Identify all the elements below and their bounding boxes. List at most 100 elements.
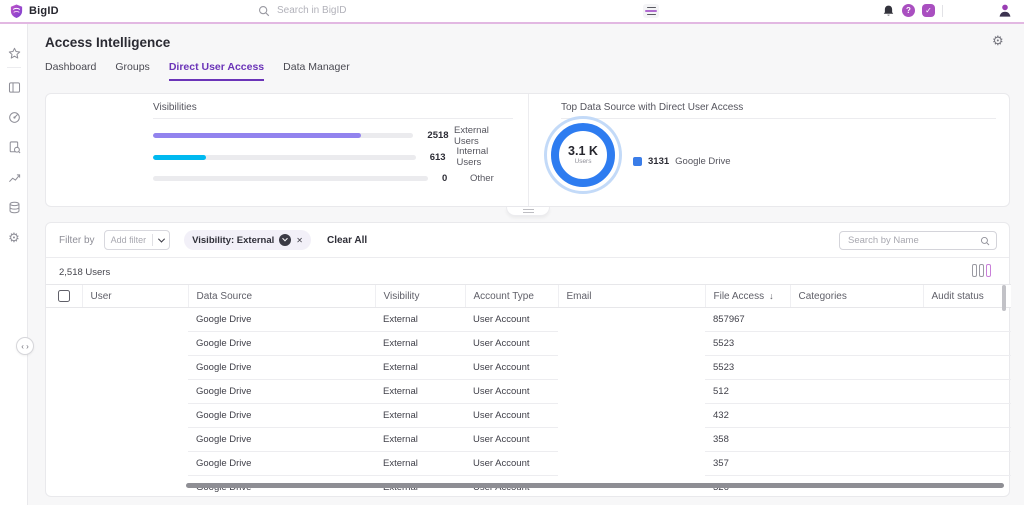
help-icon[interactable] xyxy=(902,4,915,17)
user-avatar-icon[interactable] xyxy=(998,3,1012,18)
tab-groups[interactable]: Groups xyxy=(115,61,149,81)
database-icon[interactable] xyxy=(7,200,21,214)
table-row[interactable]: Google Drive External User Account 85796… xyxy=(46,308,1011,332)
cell-user xyxy=(82,476,188,498)
donut-ring: 3.1 K Users xyxy=(551,123,615,187)
cell-email xyxy=(558,356,705,380)
global-search[interactable] xyxy=(258,0,638,21)
cell-categories xyxy=(790,404,923,428)
visibilities-title-divider xyxy=(153,118,513,119)
column-header-audit-status[interactable]: Audit status xyxy=(923,285,1011,308)
cell-user xyxy=(82,452,188,476)
page-settings-gear-icon[interactable]: ⚙ xyxy=(992,33,1004,49)
sidebar-expand-button[interactable] xyxy=(16,337,34,355)
dashboard-icon[interactable] xyxy=(7,80,21,94)
cell-audit-status xyxy=(923,380,1011,404)
visibility-bar-row: 613 Internal Users xyxy=(153,147,513,169)
filter-chip-visibility-external[interactable]: Visibility: External xyxy=(184,230,311,250)
cell-file-access: 512 xyxy=(705,380,790,404)
column-header-visibility[interactable]: Visibility xyxy=(375,285,465,308)
column-chooser-icon[interactable] xyxy=(972,264,991,277)
chip-close-icon[interactable] xyxy=(296,235,303,246)
global-search-input[interactable] xyxy=(277,5,638,16)
sliders-icon[interactable] xyxy=(643,4,659,18)
cell-audit-status xyxy=(923,452,1011,476)
horizontal-scrollbar[interactable] xyxy=(186,483,1004,488)
cell-categories xyxy=(790,332,923,356)
column-header-email[interactable]: Email xyxy=(558,285,705,308)
bar-track xyxy=(153,176,428,181)
vertical-scrollbar[interactable] xyxy=(1002,285,1006,311)
sort-desc-icon xyxy=(764,291,774,302)
gear-icon[interactable]: ⚙ xyxy=(7,230,21,244)
table-header-row: User Data Source Visibility Account Type… xyxy=(46,285,1011,308)
table-row[interactable]: Google Drive External User Account 432 xyxy=(46,404,1011,428)
trend-icon[interactable] xyxy=(7,170,21,184)
visibility-bar-row: 2518 External Users xyxy=(153,125,513,147)
table-row[interactable]: Google Drive External User Account 5523 xyxy=(46,332,1011,356)
cell-account-type: User Account xyxy=(465,452,558,476)
table-row[interactable]: Google Drive External User Account 357 xyxy=(46,452,1011,476)
bell-icon[interactable] xyxy=(882,4,895,18)
users-count: 2,518 Users xyxy=(59,267,110,278)
cell-email xyxy=(558,452,705,476)
cell-categories xyxy=(790,428,923,452)
cell-account-type: User Account xyxy=(465,332,558,356)
name-search-input[interactable] xyxy=(840,235,980,246)
cell-file-access: 5523 xyxy=(705,356,790,380)
table-row[interactable]: Google Drive External User Account 5523 xyxy=(46,356,1011,380)
row-checkbox-cell xyxy=(46,332,82,356)
add-filter-select[interactable]: Add filter xyxy=(104,230,171,250)
cell-visibility: External xyxy=(375,356,465,380)
cell-user xyxy=(82,332,188,356)
summary-collapse-handle[interactable] xyxy=(506,207,550,216)
gauge-icon[interactable] xyxy=(7,110,21,124)
brand-logo[interactable]: BigID xyxy=(9,3,59,19)
summary-card: Visibilities 2518 External Users 613 Int… xyxy=(45,93,1010,207)
cell-email xyxy=(558,380,705,404)
cell-data-source: Google Drive xyxy=(188,356,375,380)
row-checkbox-cell xyxy=(46,476,82,498)
tasks-check-icon[interactable] xyxy=(922,4,935,17)
sidebar-divider xyxy=(7,67,21,68)
cell-data-source: Google Drive xyxy=(188,428,375,452)
visibilities-title: Visibilities xyxy=(153,102,197,113)
cell-user xyxy=(82,404,188,428)
tabs: Dashboard Groups Direct User Access Data… xyxy=(45,61,350,81)
cell-file-access: 857967 xyxy=(705,308,790,332)
cell-data-source: Google Drive xyxy=(188,332,375,356)
cell-data-source: Google Drive xyxy=(188,404,375,428)
bar-fill xyxy=(153,133,361,138)
chevron-down-icon[interactable] xyxy=(153,238,169,243)
column-header-categories[interactable]: Categories xyxy=(790,285,923,308)
column-header-file-access[interactable]: File Access xyxy=(705,285,790,308)
row-checkbox-cell xyxy=(46,380,82,404)
cell-user xyxy=(82,308,188,332)
cell-visibility: External xyxy=(375,380,465,404)
column-header-user[interactable]: User xyxy=(82,285,188,308)
select-all-checkbox[interactable] xyxy=(58,290,70,302)
cell-file-access: 5523 xyxy=(705,332,790,356)
clear-all-button[interactable]: Clear All xyxy=(327,235,367,246)
table-row[interactable]: Google Drive External User Account 358 xyxy=(46,428,1011,452)
cell-email xyxy=(558,332,705,356)
panel-divider xyxy=(528,94,529,206)
table-row[interactable]: Google Drive External User Account 512 xyxy=(46,380,1011,404)
tab-dashboard[interactable]: Dashboard xyxy=(45,61,96,81)
donut-legend: 3131 Google Drive xyxy=(633,156,731,167)
name-search-field[interactable] xyxy=(839,231,997,250)
file-search-icon[interactable] xyxy=(7,140,21,154)
cell-visibility: External xyxy=(375,428,465,452)
cell-data-source: Google Drive xyxy=(188,452,375,476)
sidebar: ⚙ xyxy=(0,24,28,505)
tab-data-manager[interactable]: Data Manager xyxy=(283,61,350,81)
cell-visibility: External xyxy=(375,452,465,476)
chip-chevron-down-icon[interactable] xyxy=(279,234,291,246)
tab-direct-user-access[interactable]: Direct User Access xyxy=(169,61,264,81)
cell-account-type: User Account xyxy=(465,428,558,452)
cell-categories xyxy=(790,452,923,476)
column-header-data-source[interactable]: Data Source xyxy=(188,285,375,308)
column-header-account-type[interactable]: Account Type xyxy=(465,285,558,308)
bar-label: External Users xyxy=(454,125,513,147)
star-icon[interactable] xyxy=(7,46,21,60)
